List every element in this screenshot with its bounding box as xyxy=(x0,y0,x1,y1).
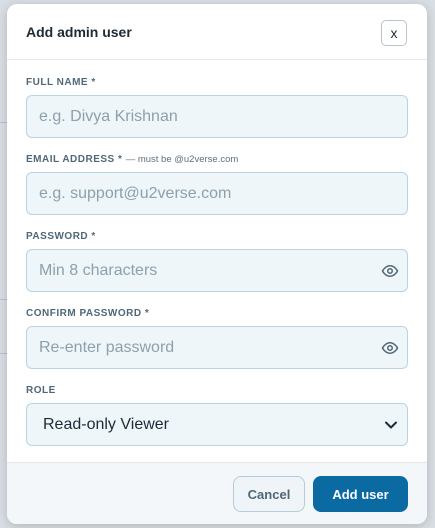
email-hint: — must be @u2verse.com xyxy=(125,154,239,165)
role-select[interactable]: Read-only Viewer xyxy=(26,403,408,446)
role-selected-value: Read-only Viewer xyxy=(43,415,169,433)
confirm-password-field[interactable] xyxy=(26,326,408,369)
full-name-label: FULL NAME * xyxy=(26,77,96,88)
password-input[interactable] xyxy=(27,250,407,291)
cancel-button[interactable]: Cancel xyxy=(233,476,305,512)
eye-icon[interactable] xyxy=(381,262,399,280)
eye-icon[interactable] xyxy=(381,339,399,357)
full-name-input[interactable] xyxy=(27,96,407,137)
role-label: ROLE xyxy=(26,385,56,396)
modal-title: Add admin user xyxy=(26,24,132,40)
full-name-field[interactable] xyxy=(26,95,408,138)
confirm-password-label: CONFIRM PASSWORD * xyxy=(26,308,150,319)
modal-header: Add admin user x xyxy=(7,4,427,60)
add-user-button[interactable]: Add user xyxy=(313,476,408,512)
password-label: PASSWORD * xyxy=(26,231,96,242)
chevron-down-icon xyxy=(385,421,397,428)
email-field[interactable] xyxy=(26,172,408,215)
close-button[interactable]: x xyxy=(381,20,407,46)
email-input[interactable] xyxy=(27,173,407,214)
modal-body: FULL NAME * EMAIL ADDRESS * — must be @u… xyxy=(7,60,427,462)
add-admin-user-modal: Add admin user x FULL NAME * EMAIL ADDRE… xyxy=(7,4,427,524)
modal-footer: Cancel Add user xyxy=(7,462,427,524)
confirm-password-input[interactable] xyxy=(27,327,407,368)
email-label: EMAIL ADDRESS * — must be @u2verse.com xyxy=(26,154,238,165)
email-label-text: EMAIL ADDRESS * xyxy=(26,154,123,165)
password-field[interactable] xyxy=(26,249,408,292)
